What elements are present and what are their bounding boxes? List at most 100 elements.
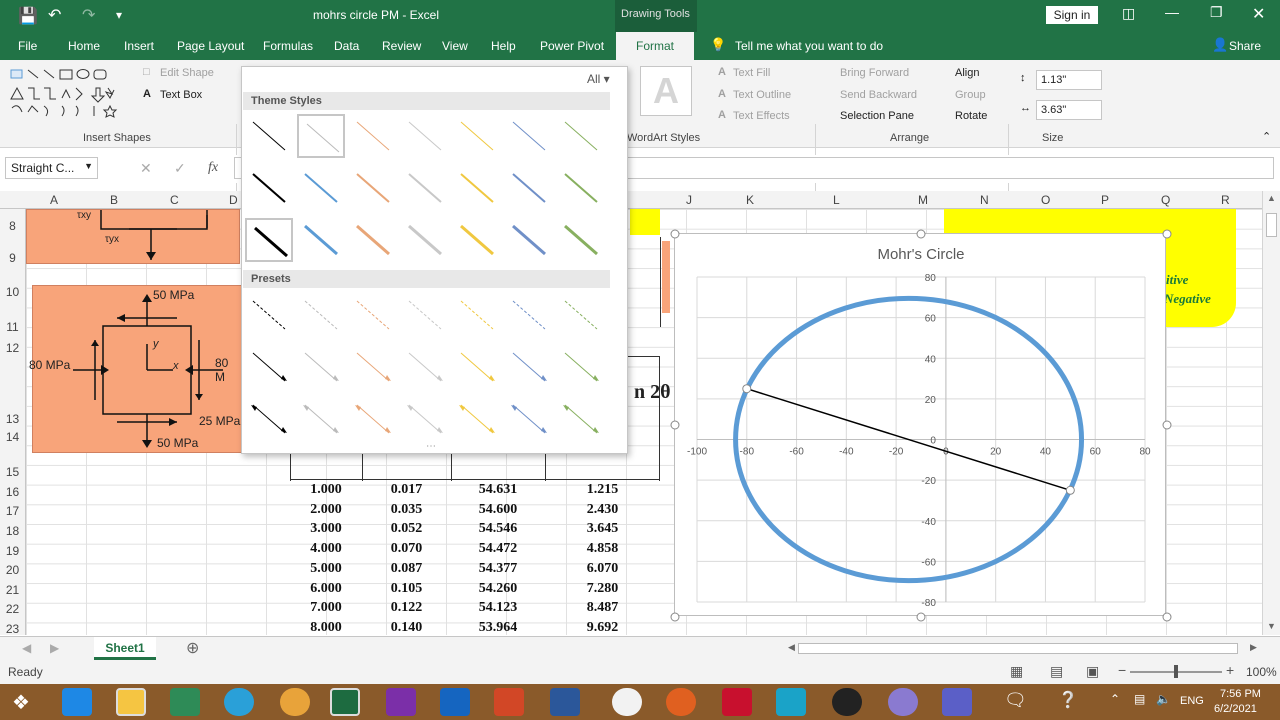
text-outline-button[interactable]: Text Outline <box>733 89 791 101</box>
theme-line-style[interactable] <box>297 114 345 158</box>
edge-icon[interactable] <box>224 688 254 716</box>
theme-line-style[interactable] <box>245 166 293 210</box>
onenote-icon[interactable] <box>386 688 416 716</box>
preset-line-style[interactable] <box>557 293 605 337</box>
theme-line-style[interactable] <box>401 166 449 210</box>
table-cell[interactable]: 6.000 <box>290 581 362 597</box>
redo-icon[interactable]: ↷ <box>82 5 95 25</box>
column-header[interactable]: O <box>1041 193 1050 207</box>
theme-line-style[interactable] <box>245 114 293 158</box>
row-header[interactable]: 22 <box>0 602 25 616</box>
width-field[interactable]: 3.63" <box>1036 100 1102 120</box>
preset-line-style[interactable] <box>349 293 397 337</box>
sign-in-button[interactable]: Sign in <box>1046 6 1098 24</box>
column-header[interactable]: Q <box>1161 193 1170 207</box>
preset-line-style[interactable] <box>297 397 345 441</box>
theme-line-style[interactable] <box>557 218 605 262</box>
preset-line-style[interactable] <box>245 345 293 389</box>
windows-start-icon[interactable]: ❖ <box>12 690 30 715</box>
table-cell[interactable]: 54.377 <box>451 561 545 577</box>
zoom-in-icon[interactable]: + <box>1226 662 1234 678</box>
scroll-tabs-left-icon[interactable]: ◀ <box>22 641 31 655</box>
theme-line-style[interactable] <box>401 114 449 158</box>
insert-function-icon[interactable]: fx <box>208 160 218 176</box>
zoom-out-icon[interactable]: − <box>1118 662 1126 678</box>
preset-line-style[interactable] <box>245 293 293 337</box>
column-header[interactable]: K <box>746 193 754 207</box>
powerpoint-icon[interactable] <box>494 688 524 716</box>
undo-icon[interactable]: ↶ <box>48 5 61 25</box>
restore-icon[interactable]: ❐ <box>1210 4 1223 21</box>
tab-review[interactable]: Review <box>382 39 421 53</box>
table-cell[interactable]: 0.122 <box>362 600 451 616</box>
table-cell[interactable]: 53.964 <box>451 620 545 635</box>
mohrs-circle-chart[interactable]: Mohr's Circle -100 -80 -60 -40 -20 0 20 40 60 80 -8… <box>670 229 1172 622</box>
row-header[interactable]: 19 <box>0 544 25 558</box>
preset-line-style[interactable] <box>505 293 553 337</box>
row-header[interactable]: 14 <box>0 430 25 444</box>
table-cell[interactable]: 0.070 <box>362 541 451 557</box>
wordart-preview[interactable]: A <box>640 66 692 116</box>
row-header[interactable]: 9 <box>0 251 25 265</box>
clock-time[interactable]: 7:56 PM <box>1220 688 1261 700</box>
send-backward-button[interactable]: Send Backward <box>840 89 917 101</box>
scroll-thumb[interactable] <box>1266 213 1277 237</box>
table-cell[interactable]: 54.546 <box>451 521 545 537</box>
theme-line-style[interactable] <box>349 218 397 262</box>
row-header[interactable]: 8 <box>0 219 25 233</box>
theme-line-style[interactable] <box>349 114 397 158</box>
row-header[interactable]: 18 <box>0 524 25 538</box>
row-header[interactable]: 21 <box>0 583 25 597</box>
row-header[interactable]: 10 <box>0 285 25 299</box>
acrobat-icon[interactable] <box>722 688 752 716</box>
column-header[interactable]: R <box>1221 193 1230 207</box>
preset-line-style[interactable] <box>453 397 501 441</box>
zoom-slider-thumb[interactable] <box>1174 665 1178 678</box>
text-fill-button[interactable]: Text Fill <box>733 67 770 79</box>
bring-forward-button[interactable]: Bring Forward <box>840 67 909 79</box>
theme-line-style[interactable] <box>557 166 605 210</box>
scroll-down-icon[interactable]: ▼ <box>1267 621 1276 631</box>
feedback-icon[interactable]: 🗨 <box>1004 690 1027 711</box>
edit-shape-button[interactable]: Edit Shape <box>160 67 214 79</box>
column-header[interactable]: J <box>686 193 692 207</box>
row-header[interactable]: 12 <box>0 341 25 355</box>
teams-app-icon[interactable] <box>888 688 918 716</box>
cancel-icon[interactable]: ✕ <box>140 160 152 177</box>
preset-line-style[interactable] <box>401 397 449 441</box>
column-header[interactable]: B <box>110 193 118 207</box>
tab-insert[interactable]: Insert <box>124 39 154 53</box>
volume-icon[interactable]: 🔈 <box>1156 692 1171 706</box>
table-cell[interactable]: 1.215 <box>545 482 660 498</box>
file-explorer-icon[interactable] <box>116 688 146 716</box>
preset-line-style[interactable] <box>297 345 345 389</box>
save-icon[interactable]: 💾 <box>18 6 38 26</box>
hscroll-right-icon[interactable]: ▶ <box>1250 642 1257 653</box>
tab-file[interactable]: File <box>18 39 37 53</box>
word-icon[interactable] <box>550 688 580 716</box>
page-break-view-icon[interactable]: ▣ <box>1086 663 1099 680</box>
table-cell[interactable]: 7.280 <box>545 581 660 597</box>
collapse-ribbon-icon[interactable]: ⌃ <box>1262 130 1271 143</box>
row-header[interactable]: 11 <box>0 320 25 334</box>
zoom-level[interactable]: 100% <box>1246 665 1277 679</box>
horizontal-scrollbar[interactable]: ◀ ▶ <box>784 641 1260 657</box>
theme-line-style[interactable] <box>349 166 397 210</box>
table-cell[interactable]: 3.645 <box>545 521 660 537</box>
vertical-scrollbar[interactable]: ▲ ▼ <box>1262 191 1280 635</box>
tab-data[interactable]: Data <box>334 39 359 53</box>
table-cell[interactable]: 0.105 <box>362 581 451 597</box>
tell-me-search[interactable]: Tell me what you want to do <box>735 39 883 53</box>
ribbon-display-icon[interactable]: ◫ <box>1122 5 1135 22</box>
edge-legacy-icon[interactable] <box>62 688 92 716</box>
chrome-icon[interactable] <box>280 688 310 716</box>
theme-line-style[interactable] <box>245 218 293 262</box>
app-icon[interactable] <box>612 688 642 716</box>
page-layout-view-icon[interactable]: ▤ <box>1050 663 1063 680</box>
table-cell[interactable]: 54.260 <box>451 581 545 597</box>
tab-help[interactable]: Help <box>491 39 516 53</box>
theme-line-style[interactable] <box>453 114 501 158</box>
theme-line-style[interactable] <box>557 114 605 158</box>
clock-date[interactable]: 6/2/2021 <box>1214 703 1257 715</box>
tab-page-layout[interactable]: Page Layout <box>177 39 244 53</box>
